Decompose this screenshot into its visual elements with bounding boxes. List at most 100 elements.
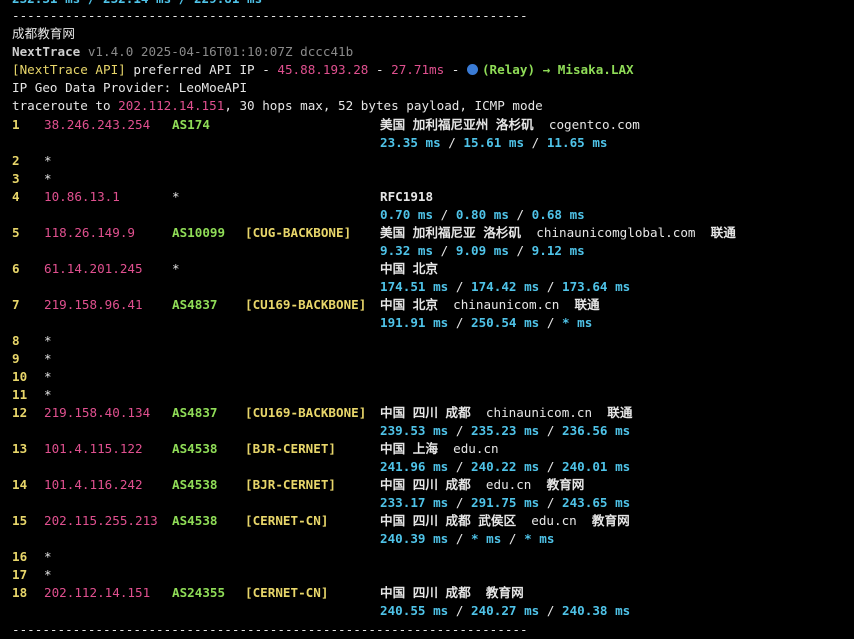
hop-number: 17 <box>12 567 28 582</box>
hop-ip: 38.246.243.254 <box>44 117 151 132</box>
rtt-value: 235.23 ms <box>471 423 540 438</box>
rtt-separator: / <box>539 459 562 474</box>
rtt-separator: / <box>448 423 471 438</box>
api-text: preferred API IP - <box>125 62 278 77</box>
globe-icon <box>466 64 478 75</box>
hop-geo: RFC1918 <box>380 188 433 206</box>
rtt-value: 236.56 ms <box>562 423 631 438</box>
hop-rtt: 191.91 ms / 250.54 ms / * ms <box>380 314 592 332</box>
version-info: v1.4.0 2025-04-16T01:10:07Z dccc41b <box>80 44 354 59</box>
hop-location: RFC1918 <box>380 189 434 204</box>
rtt-separator: / <box>501 531 525 546</box>
hop-timeout: * <box>44 171 52 186</box>
hop-asn: * <box>172 261 180 276</box>
hop-domain: edu.cn <box>516 513 577 528</box>
rtt-separator: / <box>448 315 471 330</box>
hop-number: 15 <box>12 513 28 528</box>
api-dash-2: - <box>444 62 467 77</box>
hop-isp: 联通 <box>559 297 600 312</box>
hop-timeout: * <box>44 351 52 366</box>
hop-location: 中国 四川 成都 <box>380 405 471 420</box>
hop-tag: [CERNET-CN] <box>245 513 329 528</box>
hop-number: 13 <box>12 441 28 456</box>
hop-ip: 10.86.13.1 <box>44 189 120 204</box>
hop-domain: chinaunicom.cn <box>470 405 593 420</box>
hop-number: 4 <box>12 189 20 204</box>
hop-asn: AS4538 <box>172 477 218 492</box>
hop-geo: 美国 加利福尼亚州 洛杉矶 cogentco.com <box>380 116 640 134</box>
hop-geo: 中国 北京 <box>380 260 438 278</box>
hop-number: 1 <box>12 117 20 132</box>
rtt-value: 9.09 ms <box>455 243 509 258</box>
hop-tag: [CU169-BACKBONE] <box>245 405 367 420</box>
api-line: [NextTrace API] preferred API IP - 45.88… <box>12 61 634 79</box>
hop-rtt: 240.39 ms / * ms / * ms <box>380 530 554 548</box>
hop-number: 16 <box>12 549 28 564</box>
rtt-value: 174.51 ms <box>380 279 449 294</box>
rtt-separator: / <box>433 243 456 258</box>
tool-name: NextTrace <box>12 44 81 59</box>
hop-location: 美国 加利福尼亚州 洛杉矶 <box>380 117 534 132</box>
hop-tag: [BJR-CERNET] <box>245 441 336 456</box>
hop-ip: 219.158.96.41 <box>44 297 143 312</box>
trace-title: 成都教育网 <box>12 26 75 41</box>
rtt-value: 9.12 ms <box>531 243 585 258</box>
rtt-separator: / <box>539 423 562 438</box>
hop-location: 中国 北京 <box>380 261 438 276</box>
divider-top: ----------------------------------------… <box>12 8 528 23</box>
hop-isp: 联通 <box>592 405 633 420</box>
hop-number: 8 <box>12 333 20 348</box>
hop-ip: 101.4.116.242 <box>44 477 143 492</box>
rtt-value: 243.65 ms <box>562 495 631 510</box>
hop-timeout: * <box>44 369 52 384</box>
hop-ip: 219.158.40.134 <box>44 405 151 420</box>
hop-domain: chinaunicom.cn <box>437 297 560 312</box>
hop-ip: 61.14.201.245 <box>44 261 143 276</box>
target-ip: 202.112.14.151 <box>118 98 225 113</box>
hop-timeout: * <box>44 153 52 168</box>
hop-geo: 中国 四川 成都 教育网 <box>380 584 524 602</box>
hop-asn: AS4837 <box>172 297 218 312</box>
rtt-value: 173.64 ms <box>562 279 631 294</box>
rtt-value: 0.68 ms <box>531 207 585 222</box>
version-line: NextTrace v1.4.0 2025-04-16T01:10:07Z dc… <box>12 43 353 61</box>
hop-number: 2 <box>12 153 20 168</box>
rtt-separator: / <box>448 279 471 294</box>
rtt-value: 0.80 ms <box>455 207 509 222</box>
rtt-value: 240.22 ms <box>471 459 540 474</box>
hop-domain: cogentco.com <box>533 117 640 132</box>
hop-asn: AS4538 <box>172 513 218 528</box>
hop-location: 中国 上海 <box>380 441 438 456</box>
hop-domain: chinaunicomglobal.com <box>521 225 696 240</box>
rtt-value: 0.70 ms <box>380 207 434 222</box>
rtt-value: 11.65 ms <box>546 135 608 150</box>
rtt-value: 174.42 ms <box>471 279 540 294</box>
hop-ip: 202.115.255.213 <box>44 513 158 528</box>
hop-rtt: 9.32 ms / 9.09 ms / 9.12 ms <box>380 242 585 260</box>
rtt-value: 239.53 ms <box>380 423 449 438</box>
rtt-value: * ms <box>524 531 555 546</box>
hop-location: 中国 四川 成都 <box>380 477 471 492</box>
hop-rtt: 240.55 ms / 240.27 ms / 240.38 ms <box>380 602 630 620</box>
relay-text: (Relay) → Misaka.LAX <box>481 62 634 77</box>
rtt-value: 240.01 ms <box>562 459 631 474</box>
hop-number: 14 <box>12 477 28 492</box>
rtt-separator: / <box>508 207 532 222</box>
rtt-separator: / <box>524 135 547 150</box>
hop-tag: [CERNET-CN] <box>245 585 329 600</box>
rtt-value: * ms <box>562 315 593 330</box>
hop-asn: * <box>172 189 180 204</box>
hop-ip: 101.4.115.122 <box>44 441 143 456</box>
rtt-separator: / <box>448 603 471 618</box>
hop-location: 美国 加利福尼亚 洛杉矶 <box>380 225 522 240</box>
api-dash: - <box>368 62 392 77</box>
hop-asn: AS24355 <box>172 585 226 600</box>
traceroute-prefix: traceroute to <box>12 98 119 113</box>
hop-geo: 中国 上海 edu.cn <box>380 440 499 458</box>
hop-geo: 中国 四川 成都 chinaunicom.cn 联通 <box>380 404 632 422</box>
hop-location: 中国 北京 <box>380 297 438 312</box>
hop-number: 9 <box>12 351 20 366</box>
rtt-value: 250.54 ms <box>471 315 540 330</box>
hop-isp: 教育网 <box>576 513 630 528</box>
hop-rtt: 239.53 ms / 235.23 ms / 236.56 ms <box>380 422 630 440</box>
